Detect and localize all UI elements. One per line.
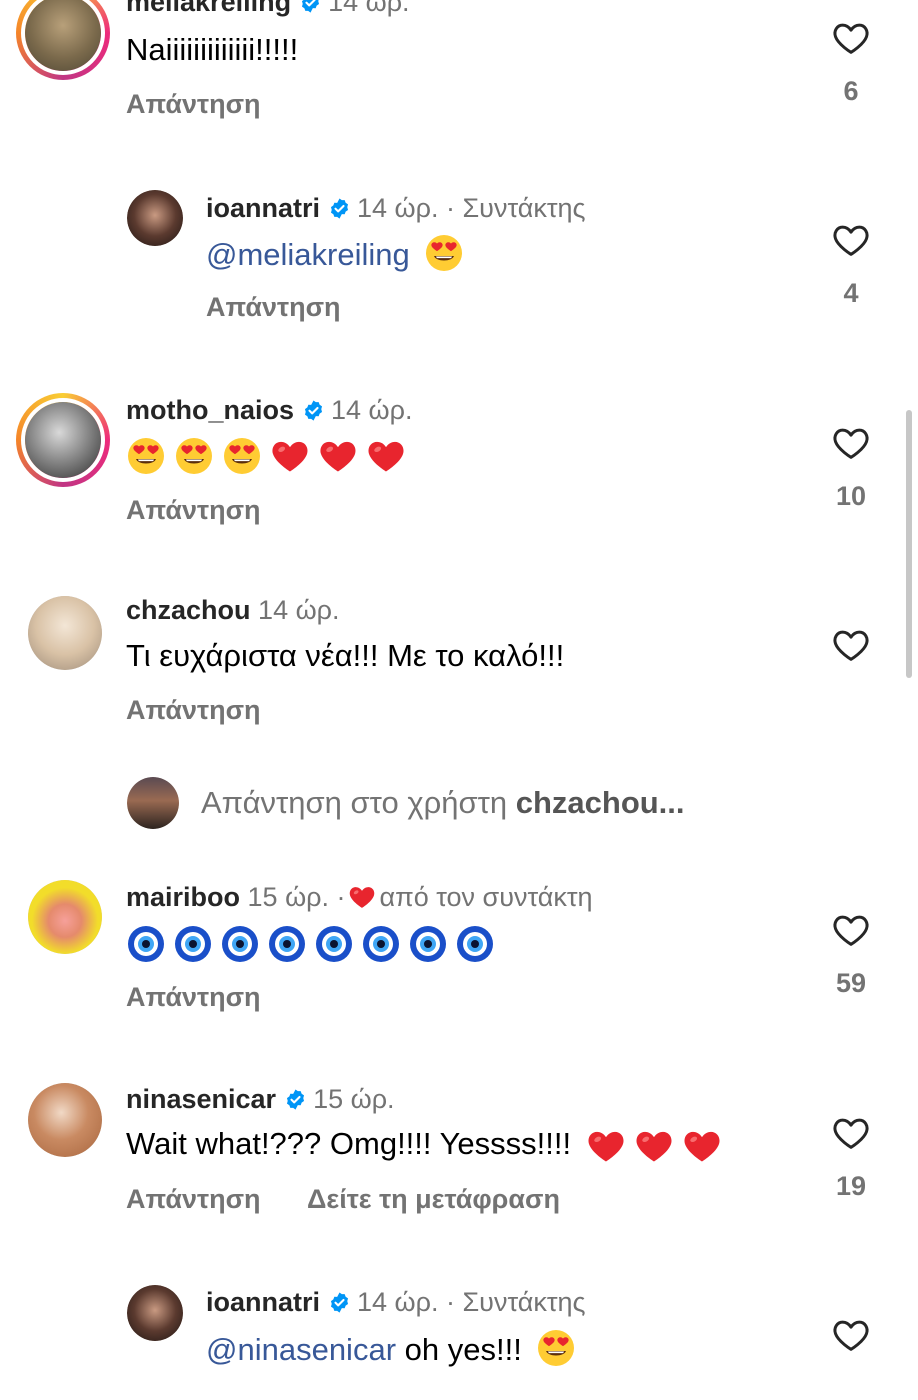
comment-time: 14 ώρ. · Συντάκτης — [357, 1287, 586, 1317]
mention-link[interactable]: @ninasenicar — [206, 1332, 396, 1367]
avatar[interactable] — [127, 1285, 183, 1341]
heart-outline-icon — [831, 1315, 871, 1355]
scrollbar[interactable] — [906, 410, 912, 678]
comment-username[interactable]: ioannatri — [206, 1287, 320, 1317]
comment-reply-item: ioannatri 14 ώρ. · Συντάκτης @ninasenicar… — [0, 0, 918, 1400]
like-button[interactable] — [828, 1315, 874, 1355]
comment-text: oh yes!!! — [404, 1332, 522, 1367]
heart-eyes-emoji-icon — [536, 1328, 576, 1368]
verified-icon — [328, 1291, 351, 1314]
